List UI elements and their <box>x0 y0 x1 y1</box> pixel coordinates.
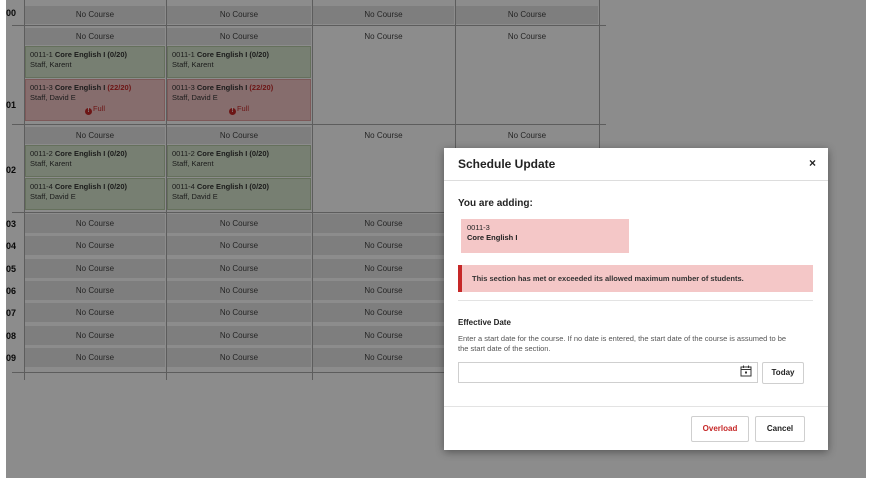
effective-date-help: Enter a start date for the course. If no… <box>458 334 787 353</box>
effective-date-label: Effective Date <box>458 318 511 327</box>
today-button[interactable]: Today <box>762 362 804 384</box>
window-edge <box>866 0 870 480</box>
close-icon[interactable]: × <box>809 156 816 170</box>
overload-button[interactable]: Overload <box>691 416 749 442</box>
dialog-footer-divider <box>444 406 828 407</box>
dialog-header: Schedule Update × <box>444 148 828 181</box>
schedule-update-dialog: Schedule Update × You are adding: 0011-3… <box>444 148 828 450</box>
dialog-title: Schedule Update <box>458 157 556 171</box>
capacity-alert: This section has met or exceeded its all… <box>458 265 813 292</box>
schedule-window: 00 No Course No Course No Course No Cour… <box>0 0 870 480</box>
window-edge <box>0 0 6 480</box>
section-name: Core English I <box>467 233 518 242</box>
calendar-icon[interactable] <box>740 365 752 377</box>
cancel-button[interactable]: Cancel <box>755 416 805 442</box>
divider <box>458 300 813 301</box>
effective-date-input[interactable] <box>458 362 758 383</box>
section-code: 0011-3 <box>467 223 490 232</box>
adding-label: You are adding: <box>458 198 533 209</box>
selected-section-box: 0011-3 Core English I <box>461 219 629 253</box>
